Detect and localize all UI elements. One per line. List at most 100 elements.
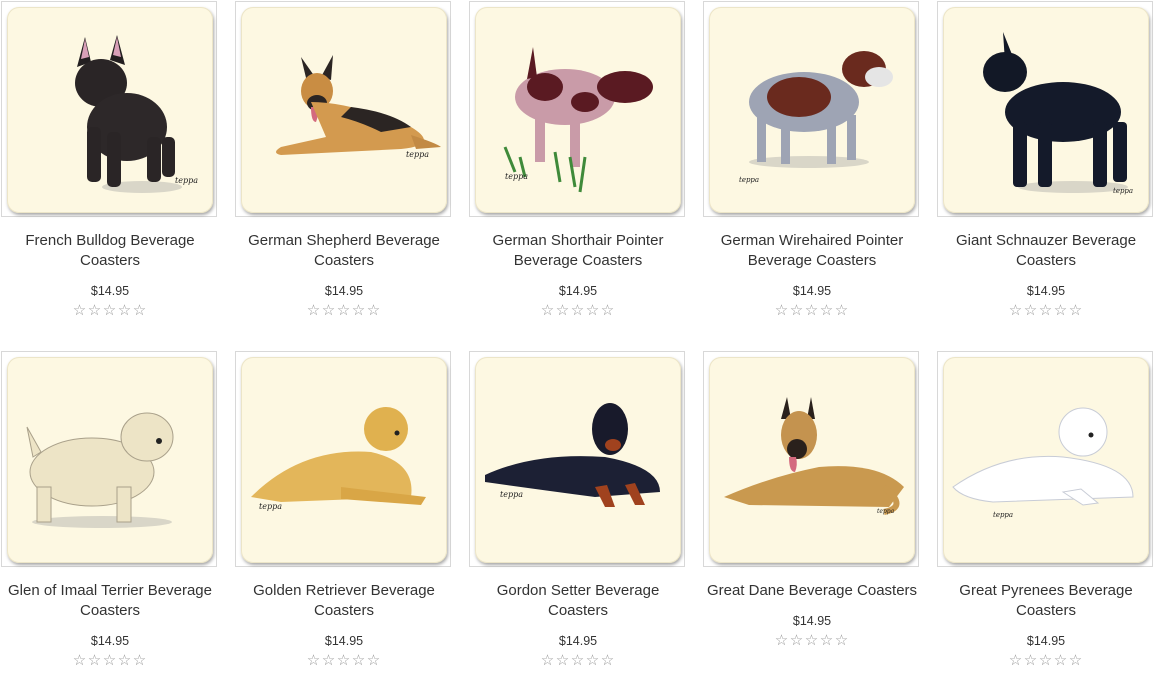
- star-outline-icon[interactable]: ☆: [337, 303, 352, 319]
- product-image-frame[interactable]: teppa: [235, 351, 451, 567]
- star-rating[interactable]: ☆☆☆☆☆: [703, 303, 921, 319]
- product-name[interactable]: Glen of Imaal Terrier Beverage Coasters: [1, 581, 219, 621]
- coaster-image[interactable]: teppa: [475, 357, 681, 563]
- product-name[interactable]: French Bulldog Beverage Coasters: [1, 231, 219, 271]
- svg-text:teppa: teppa: [877, 508, 895, 515]
- star-outline-icon[interactable]: ☆: [556, 303, 571, 319]
- svg-text:teppa: teppa: [739, 176, 759, 184]
- star-rating[interactable]: ☆☆☆☆☆: [937, 653, 1155, 669]
- star-outline-icon[interactable]: ☆: [805, 633, 820, 649]
- star-outline-icon[interactable]: ☆: [1054, 653, 1069, 669]
- product-image-frame[interactable]: teppa: [469, 351, 685, 567]
- product-image-frame[interactable]: teppa: [703, 351, 919, 567]
- product-name[interactable]: Gordon Setter Beverage Coasters: [469, 581, 687, 621]
- star-outline-icon[interactable]: ☆: [790, 633, 805, 649]
- product-price: $14.95: [1026, 634, 1066, 648]
- star-outline-icon[interactable]: ☆: [805, 303, 820, 319]
- product-image-frame[interactable]: teppa: [235, 1, 451, 217]
- star-outline-icon[interactable]: ☆: [103, 303, 118, 319]
- product-price: $14.95: [792, 284, 832, 298]
- star-outline-icon[interactable]: ☆: [1039, 653, 1054, 669]
- star-outline-icon[interactable]: ☆: [1054, 303, 1069, 319]
- star-rating[interactable]: ☆☆☆☆☆: [235, 653, 453, 669]
- product-name[interactable]: Great Pyrenees Beverage Coasters: [937, 581, 1155, 621]
- star-outline-icon[interactable]: ☆: [352, 653, 367, 669]
- coaster-image[interactable]: teppa: [943, 7, 1149, 213]
- product-name[interactable]: Great Dane Beverage Coasters: [703, 581, 921, 601]
- star-outline-icon[interactable]: ☆: [1069, 653, 1084, 669]
- star-outline-icon[interactable]: ☆: [367, 303, 382, 319]
- product-name[interactable]: German Shepherd Beverage Coasters: [235, 231, 453, 271]
- star-outline-icon[interactable]: ☆: [586, 303, 601, 319]
- star-outline-icon[interactable]: ☆: [73, 653, 88, 669]
- product-image-frame[interactable]: [1, 351, 217, 567]
- coaster-image[interactable]: [7, 357, 213, 563]
- star-outline-icon[interactable]: ☆: [556, 653, 571, 669]
- star-outline-icon[interactable]: ☆: [133, 303, 148, 319]
- star-outline-icon[interactable]: ☆: [820, 633, 835, 649]
- star-rating[interactable]: ☆☆☆☆☆: [1, 303, 219, 319]
- star-rating[interactable]: ☆☆☆☆☆: [469, 653, 687, 669]
- star-outline-icon[interactable]: ☆: [1039, 303, 1054, 319]
- coaster-image[interactable]: teppa: [7, 7, 213, 213]
- star-rating[interactable]: ☆☆☆☆☆: [937, 303, 1155, 319]
- star-outline-icon[interactable]: ☆: [322, 303, 337, 319]
- product-name[interactable]: Golden Retriever Beverage Coasters: [235, 581, 453, 621]
- glen-of-imaal-terrier-illustration: [26, 412, 174, 528]
- star-outline-icon[interactable]: ☆: [133, 653, 148, 669]
- golden-retriever-illustration: teppa: [251, 407, 426, 511]
- star-outline-icon[interactable]: ☆: [586, 653, 601, 669]
- product-price: $14.95: [90, 284, 130, 298]
- star-outline-icon[interactable]: ☆: [307, 653, 322, 669]
- star-outline-icon[interactable]: ☆: [835, 633, 850, 649]
- star-outline-icon[interactable]: ☆: [1024, 303, 1039, 319]
- star-outline-icon[interactable]: ☆: [352, 303, 367, 319]
- star-outline-icon[interactable]: ☆: [73, 303, 88, 319]
- star-outline-icon[interactable]: ☆: [88, 303, 103, 319]
- star-rating[interactable]: ☆☆☆☆☆: [1, 653, 219, 669]
- product-image-frame[interactable]: teppa: [937, 1, 1153, 217]
- star-outline-icon[interactable]: ☆: [1069, 303, 1084, 319]
- coaster-image[interactable]: teppa: [241, 7, 447, 213]
- product-image-frame[interactable]: teppa: [703, 1, 919, 217]
- star-outline-icon[interactable]: ☆: [1009, 653, 1024, 669]
- star-rating[interactable]: ☆☆☆☆☆: [235, 303, 453, 319]
- star-outline-icon[interactable]: ☆: [775, 303, 790, 319]
- product-name[interactable]: Giant Schnauzer Beverage Coasters: [937, 231, 1155, 271]
- star-outline-icon[interactable]: ☆: [367, 653, 382, 669]
- coaster-image[interactable]: teppa: [709, 357, 915, 563]
- product-name[interactable]: German Wirehaired Pointer Beverage Coast…: [703, 231, 921, 271]
- product-image-frame[interactable]: teppa: [1, 1, 217, 217]
- product-image-frame[interactable]: teppa: [937, 351, 1153, 567]
- product-name[interactable]: German Shorthair Pointer Beverage Coaste…: [469, 231, 687, 271]
- star-rating[interactable]: ☆☆☆☆☆: [703, 633, 921, 649]
- star-outline-icon[interactable]: ☆: [322, 653, 337, 669]
- star-outline-icon[interactable]: ☆: [601, 303, 616, 319]
- star-outline-icon[interactable]: ☆: [541, 653, 556, 669]
- star-outline-icon[interactable]: ☆: [775, 633, 790, 649]
- product-image-frame[interactable]: teppa: [469, 1, 685, 217]
- great-dane-illustration: teppa: [724, 397, 904, 515]
- star-outline-icon[interactable]: ☆: [790, 303, 805, 319]
- star-outline-icon[interactable]: ☆: [835, 303, 850, 319]
- star-outline-icon[interactable]: ☆: [571, 303, 586, 319]
- star-outline-icon[interactable]: ☆: [541, 303, 556, 319]
- star-outline-icon[interactable]: ☆: [88, 653, 103, 669]
- svg-text:teppa: teppa: [175, 176, 198, 185]
- coaster-image[interactable]: teppa: [709, 7, 915, 213]
- star-outline-icon[interactable]: ☆: [103, 653, 118, 669]
- star-outline-icon[interactable]: ☆: [307, 303, 322, 319]
- star-outline-icon[interactable]: ☆: [1024, 653, 1039, 669]
- star-rating[interactable]: ☆☆☆☆☆: [469, 303, 687, 319]
- star-outline-icon[interactable]: ☆: [118, 303, 133, 319]
- star-outline-icon[interactable]: ☆: [337, 653, 352, 669]
- star-outline-icon[interactable]: ☆: [118, 653, 133, 669]
- star-outline-icon[interactable]: ☆: [601, 653, 616, 669]
- coaster-image[interactable]: teppa: [241, 357, 447, 563]
- svg-text:teppa: teppa: [259, 502, 282, 511]
- star-outline-icon[interactable]: ☆: [820, 303, 835, 319]
- star-outline-icon[interactable]: ☆: [1009, 303, 1024, 319]
- coaster-image[interactable]: teppa: [943, 357, 1149, 563]
- star-outline-icon[interactable]: ☆: [571, 653, 586, 669]
- coaster-image[interactable]: teppa: [475, 7, 681, 213]
